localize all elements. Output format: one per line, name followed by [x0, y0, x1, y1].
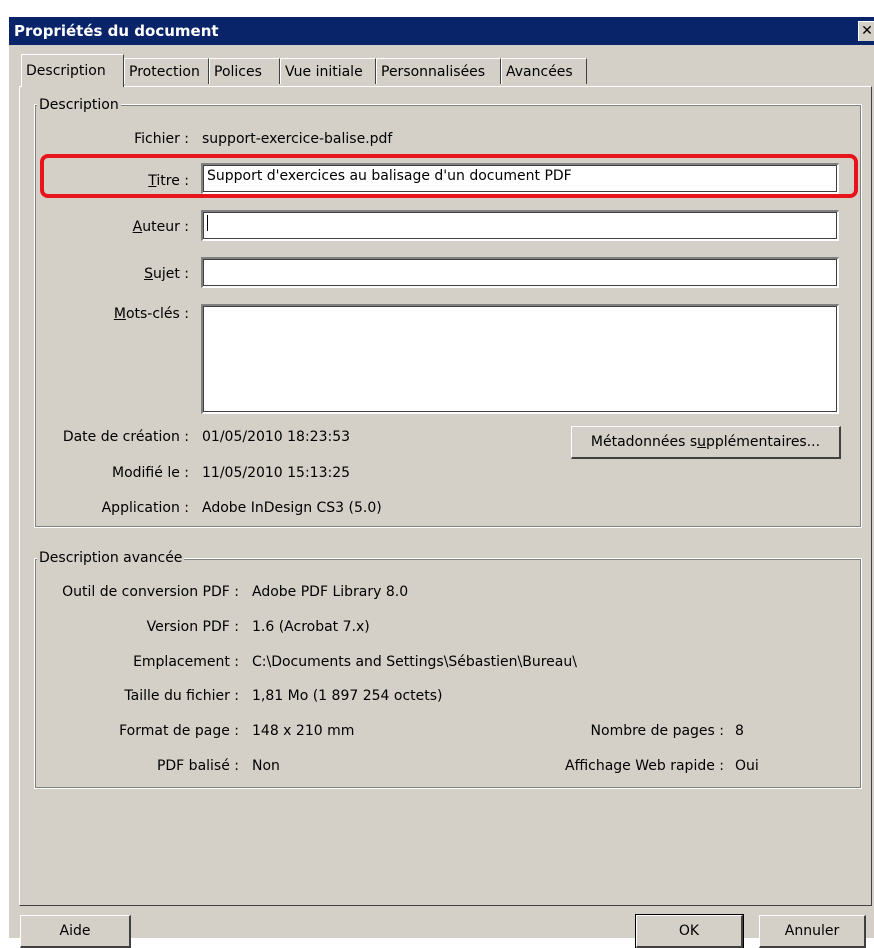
title-bar[interactable]: Propriétés du document ✕ — [9, 17, 874, 45]
advanced-group-label: Description avancée — [37, 550, 185, 566]
help-button[interactable]: Aide — [20, 915, 131, 948]
creation-label: Date de création : — [62, 429, 189, 445]
format-label: Format de page : — [119, 723, 239, 739]
motscles-label: Mots-clés : — [113, 306, 189, 322]
creation-value: 01/05/2010 18:23:53 — [202, 429, 351, 445]
fichier-value: support-exercice-balise.pdf — [202, 131, 393, 147]
pages-value: 8 — [735, 723, 744, 739]
tab-avancees[interactable]: Avancées — [501, 58, 587, 84]
balise-value: Non — [252, 758, 280, 774]
pages-label: Nombre de pages : — [590, 723, 724, 739]
dialog-title: Propriétés du document — [14, 22, 219, 40]
close-icon[interactable]: ✕ — [858, 21, 874, 41]
cancel-button[interactable]: Annuler — [759, 915, 866, 948]
ok-button[interactable]: OK — [635, 914, 744, 948]
modifie-value: 11/05/2010 15:13:25 — [202, 465, 351, 481]
application-value: Adobe InDesign CS3 (5.0) — [202, 500, 382, 516]
emplacement-label: Emplacement : — [133, 654, 239, 670]
conversion-label: Outil de conversion PDF : — [62, 584, 239, 600]
fichier-label: Fichier : — [134, 131, 189, 147]
tab-personnalisees[interactable]: Personnalisées — [376, 58, 501, 84]
sujet-input[interactable] — [201, 257, 839, 288]
conversion-value: Adobe PDF Library 8.0 — [252, 584, 409, 600]
tab-vue-initiale[interactable]: Vue initiale — [280, 58, 376, 84]
balise-label: PDF balisé : — [156, 758, 239, 774]
application-label: Application : — [101, 500, 189, 516]
titre-highlight-frame — [40, 154, 858, 198]
motscles-textarea[interactable] — [201, 304, 839, 414]
taille-label: Taille du fichier : — [124, 688, 239, 704]
tab-protection[interactable]: Protection — [124, 58, 209, 84]
metadonnees-button[interactable]: Métadonnées supplémentaires... — [571, 426, 841, 459]
document-properties-dialog: Propriétés du document ✕ Description Pro… — [9, 17, 874, 948]
version-label: Version PDF : — [146, 619, 239, 635]
auteur-input[interactable] — [201, 210, 839, 241]
web-value: Oui — [735, 758, 759, 774]
sujet-label: Sujet : — [144, 266, 189, 282]
tab-description[interactable]: Description — [21, 54, 124, 87]
tab-polices[interactable]: Polices — [209, 58, 280, 84]
text-cursor — [207, 215, 208, 231]
auteur-label: Auteur : — [132, 219, 189, 235]
modifie-label: Modifié le : — [112, 465, 189, 481]
taille-value: 1,81 Mo (1 897 254 octets) — [252, 688, 443, 704]
emplacement-value: C:\Documents and Settings\Sébastien\Bure… — [252, 654, 577, 670]
description-group-label: Description — [37, 97, 121, 113]
version-value: 1.6 (Acrobat 7.x) — [252, 619, 370, 635]
format-value: 148 x 210 mm — [252, 723, 355, 739]
web-label: Affichage Web rapide : — [565, 758, 724, 774]
